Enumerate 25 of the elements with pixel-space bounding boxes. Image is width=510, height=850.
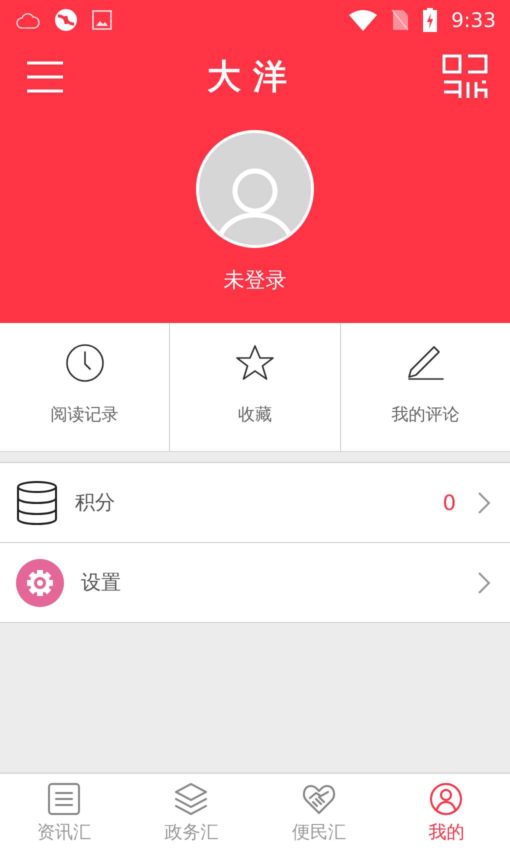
menu-icon[interactable] <box>26 61 64 93</box>
app-title: 大洋 <box>207 56 299 99</box>
pencil-icon <box>405 343 446 383</box>
wifi-icon <box>349 9 378 31</box>
database-icon <box>16 480 58 526</box>
login-label[interactable]: 未登录 <box>224 266 286 294</box>
menu-label: 设置 <box>81 569 122 596</box>
no-sim-icon <box>391 9 410 31</box>
points-value: 0 <box>442 490 456 514</box>
chevron-icon <box>478 492 490 514</box>
list-icon <box>46 782 81 816</box>
image-icon <box>92 10 112 30</box>
chevron-icon <box>478 572 490 594</box>
layers-icon <box>174 782 208 816</box>
qr-code-icon[interactable] <box>442 54 488 100</box>
battery-charging-icon <box>423 8 438 32</box>
ball-icon <box>54 8 78 32</box>
gear-icon <box>16 558 64 606</box>
menu-label: 积分 <box>75 489 116 516</box>
handshake-heart-icon <box>302 782 336 816</box>
clock-icon <box>64 343 105 383</box>
cloud-icon <box>16 10 40 30</box>
status-time: 9:33 <box>451 8 496 32</box>
star-icon <box>234 343 275 383</box>
user-icon <box>429 782 464 816</box>
